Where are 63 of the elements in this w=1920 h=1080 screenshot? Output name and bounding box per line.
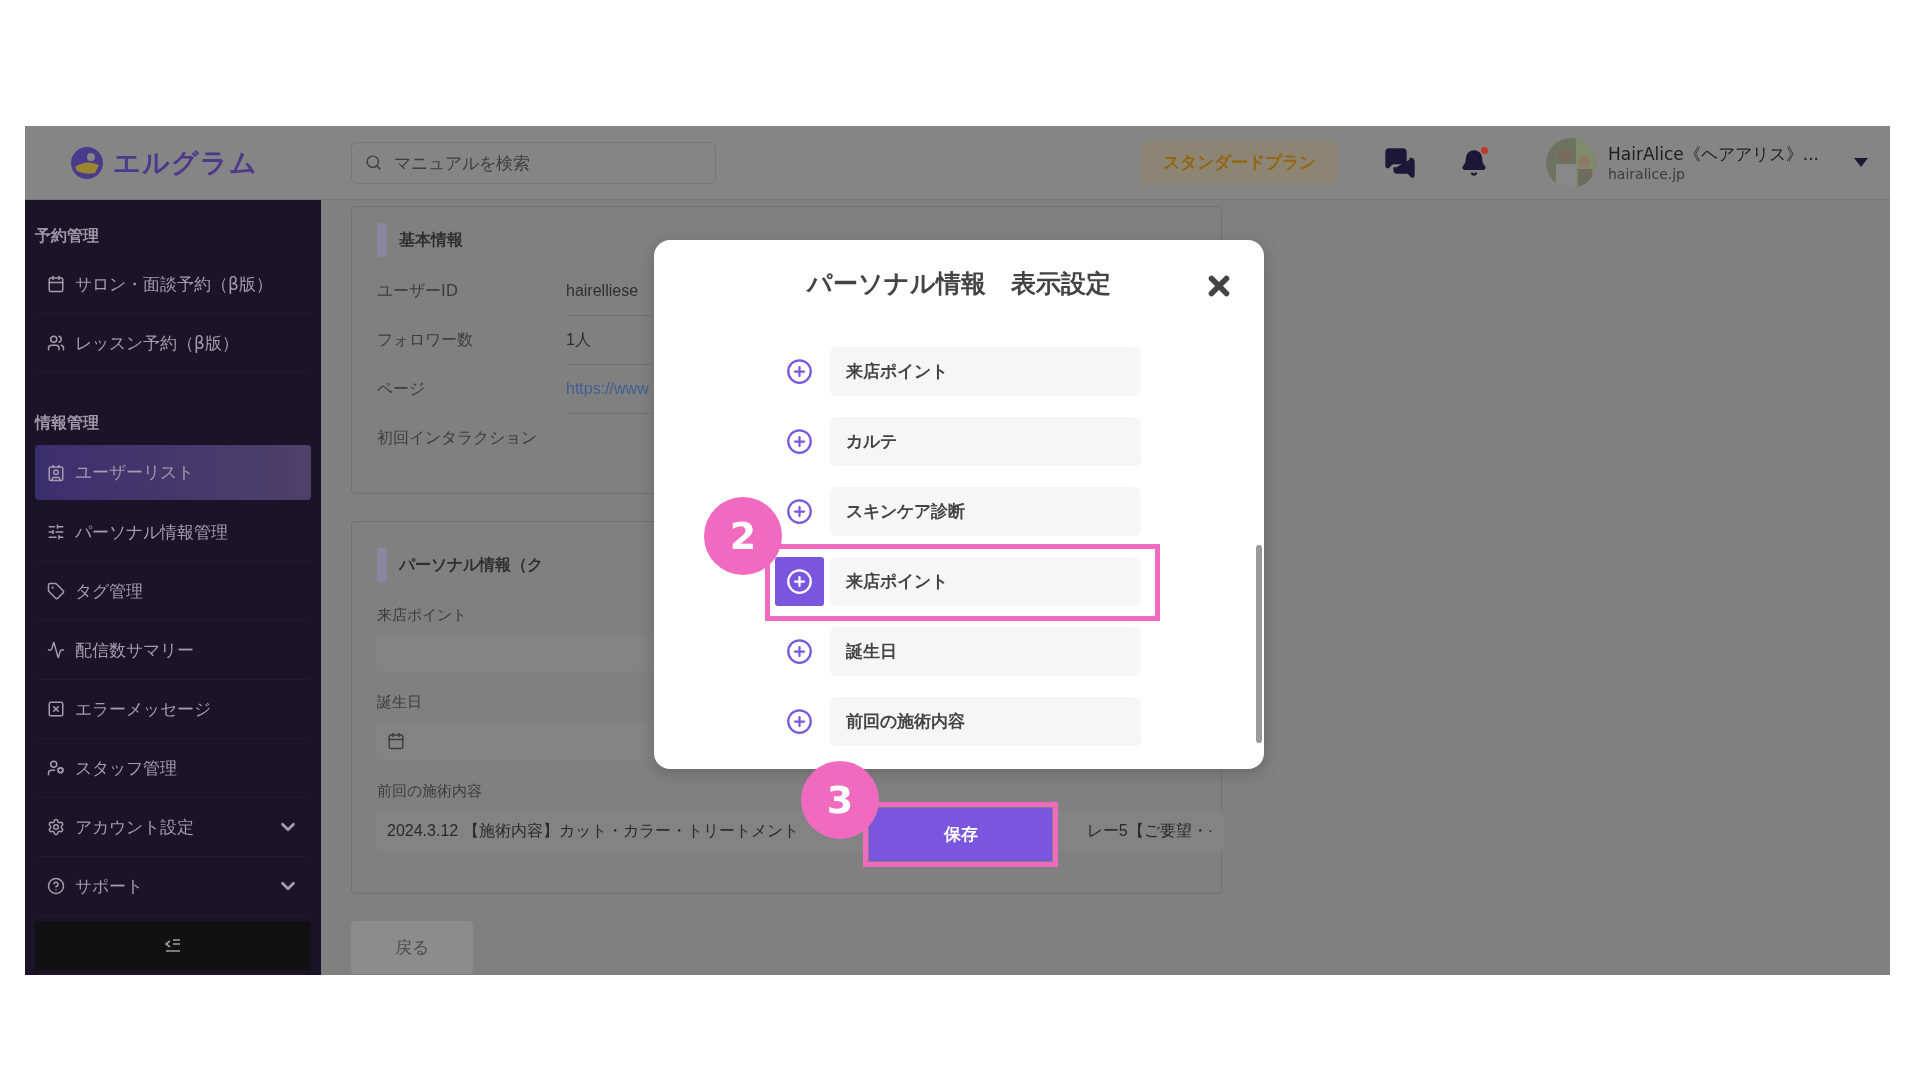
field-label: ページ (377, 379, 426, 400)
field-value: hairelliese (566, 267, 652, 316)
field-label: ユーザーID (377, 281, 460, 302)
sidebar-item-icon (47, 582, 65, 600)
caret-icon[interactable] (1854, 158, 1868, 167)
sidebar-item[interactable]: サロン・面談予約（β版） (35, 255, 311, 314)
sidebar-item-icon (47, 759, 65, 777)
sidebar-item[interactable]: エラーメッセージ (35, 680, 311, 739)
sidebar-item[interactable]: ユーザーリスト (35, 445, 311, 500)
sidebar-item-icon (47, 523, 65, 541)
collapse-icon (165, 938, 181, 953)
sidebar-item[interactable]: スタッフ管理 (35, 739, 311, 798)
field-label: フォロワー数 (377, 330, 474, 351)
sidebar-item-icon (47, 818, 65, 836)
search-icon (365, 153, 382, 171)
sidebar-section-title: 情報管理 (35, 412, 100, 434)
sidebar-item-icon (47, 700, 65, 718)
field-label: 来店ポイント (377, 606, 467, 625)
field-option: 誕生日 (830, 627, 1141, 676)
field-value: 2024.3.12 【施術内容】カット・カラー・トリートメント (387, 820, 799, 841)
sidebar-item-icon (47, 877, 65, 895)
field-value: レー5【ご要望・· (1086, 820, 1213, 841)
plus-circle-icon (786, 708, 813, 735)
calendar-icon (387, 732, 405, 750)
search-field[interactable]: マニュアルを検索 (351, 141, 716, 184)
sidebar-item-icon (47, 463, 65, 482)
field-option: カルテ (830, 417, 1141, 466)
sidebar-item-icon (47, 334, 65, 352)
account-name: HairAlice《ヘアアリス》... (1608, 143, 1820, 166)
sidebar-item[interactable]: レッスン予約（β版） (35, 314, 311, 373)
sidebar-item[interactable]: 配信数サマリー (35, 621, 311, 680)
field-option: 来店ポイント (830, 347, 1141, 396)
accent-bar (377, 223, 387, 257)
field-label: 前回の施術内容 (377, 782, 482, 801)
sidebar-item[interactable]: サポート (35, 857, 311, 916)
plus-circle-icon (786, 498, 813, 525)
field-option: 前回の施術内容 (830, 697, 1141, 746)
sidebar-item-icon (47, 275, 65, 293)
dialog-title: パーソナル情報 表示設定 (805, 268, 1112, 300)
add-button[interactable] (775, 557, 824, 606)
sidebar-item[interactable]: パーソナル情報管理 (35, 503, 311, 562)
account-domain: hairalice.jp (1608, 166, 1686, 182)
field-option: 来店ポイント (830, 557, 1141, 606)
card-title: パーソナル情報（ク (399, 554, 543, 576)
sidebar-section-title: 予約管理 (35, 225, 100, 247)
field-label: 誕生日 (377, 693, 422, 712)
step-marker: 2 (704, 497, 782, 575)
plus-circle-icon (786, 428, 813, 455)
field-value: 1人 (566, 316, 652, 365)
card-title: 基本情報 (399, 229, 463, 251)
plus-circle-icon (786, 638, 813, 665)
sidebar-item-icon (47, 641, 65, 659)
field-option: スキンケア診断 (830, 487, 1141, 536)
plus-circle-icon (786, 358, 813, 385)
save-button[interactable]: 保存 (869, 808, 1052, 861)
sidebar-item[interactable]: アカウント設定 (35, 798, 311, 857)
accent-bar (377, 548, 387, 582)
field-label: 初回インタラクション (377, 428, 538, 449)
scrollbar-thumb[interactable] (1256, 545, 1262, 743)
logo-text: エルグラム (113, 145, 258, 180)
sidebar-item[interactable]: タグ管理 (35, 562, 311, 621)
logo-icon (69, 144, 105, 181)
plus-circle-icon (786, 568, 813, 595)
